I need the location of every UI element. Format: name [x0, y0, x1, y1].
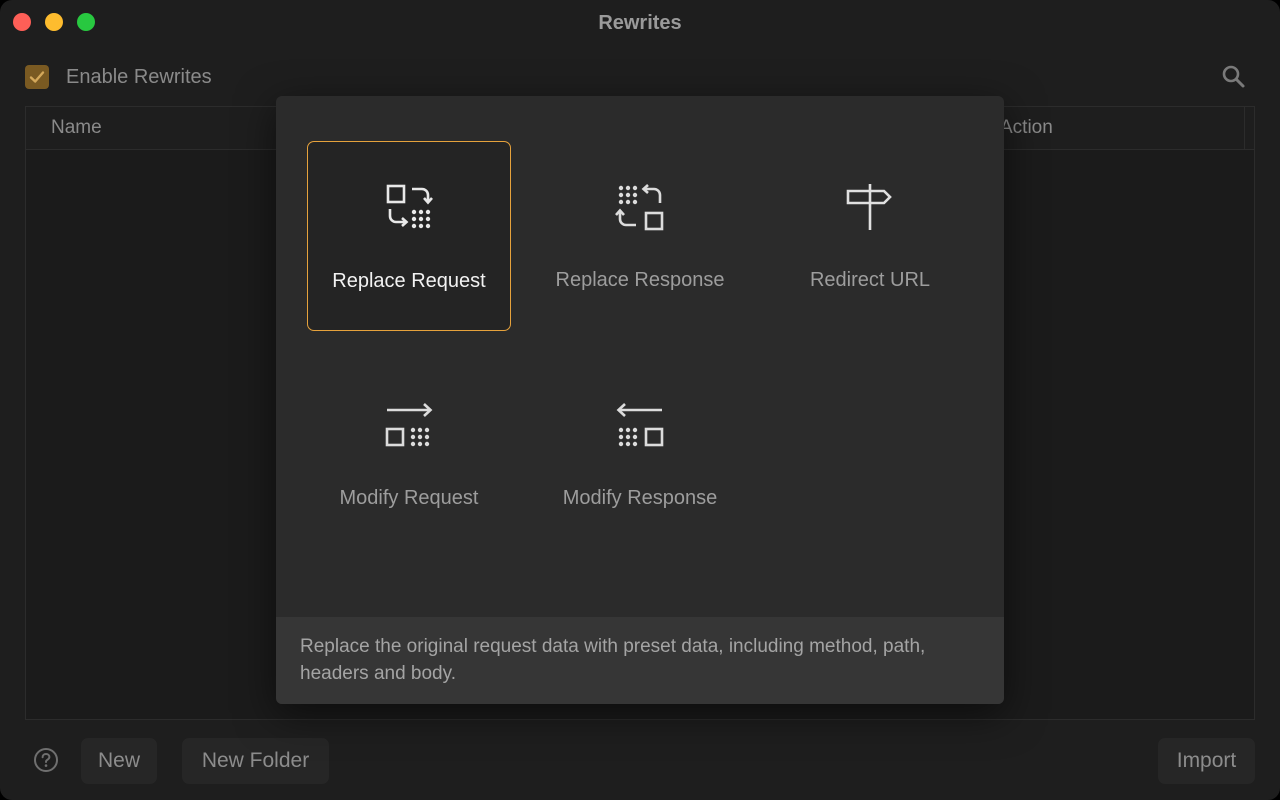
enable-rewrites-row[interactable]: Enable Rewrites — [25, 64, 212, 90]
import-button[interactable]: Import — [1158, 738, 1255, 784]
modify-response-icon — [616, 403, 664, 447]
option-replace-response[interactable]: Replace Response — [538, 141, 742, 331]
column-divider — [1244, 107, 1245, 149]
checkmark-icon — [29, 71, 45, 83]
title-bar: Rewrites — [0, 0, 1280, 48]
column-header-name[interactable]: Name — [51, 117, 102, 139]
new-button[interactable]: New — [81, 738, 157, 784]
new-rule-popover: Replace Request Replace Response Redirec… — [276, 96, 1004, 704]
description-bar: Replace the original request data with p… — [276, 617, 1004, 704]
search-icon[interactable] — [1220, 63, 1248, 91]
option-modify-response[interactable]: Modify Response — [538, 359, 742, 549]
option-label: Redirect URL — [809, 269, 931, 291]
signpost-icon — [846, 184, 892, 230]
new-folder-button[interactable]: New Folder — [182, 738, 329, 784]
modify-request-icon — [385, 403, 433, 447]
option-modify-request[interactable]: Modify Request — [307, 359, 511, 549]
column-header-action[interactable]: Action — [1000, 117, 1053, 139]
rewrites-window: Rewrites Enable Rewrites Name Action New… — [0, 0, 1280, 800]
window-title: Rewrites — [598, 12, 682, 34]
help-icon[interactable] — [33, 747, 59, 773]
option-label: Replace Response — [555, 269, 725, 291]
replace-response-icon — [615, 184, 664, 231]
option-redirect-url[interactable]: Redirect URL — [768, 141, 972, 331]
replace-request-icon — [386, 184, 433, 229]
option-description: Replace the original request data with p… — [300, 636, 926, 684]
enable-rewrites-label: Enable Rewrites — [66, 65, 212, 88]
option-replace-request[interactable]: Replace Request — [307, 141, 511, 331]
option-label: Modify Request — [339, 487, 479, 509]
enable-rewrites-checkbox[interactable] — [25, 65, 49, 89]
option-label: Modify Response — [562, 487, 718, 509]
option-label: Replace Request — [332, 270, 486, 292]
